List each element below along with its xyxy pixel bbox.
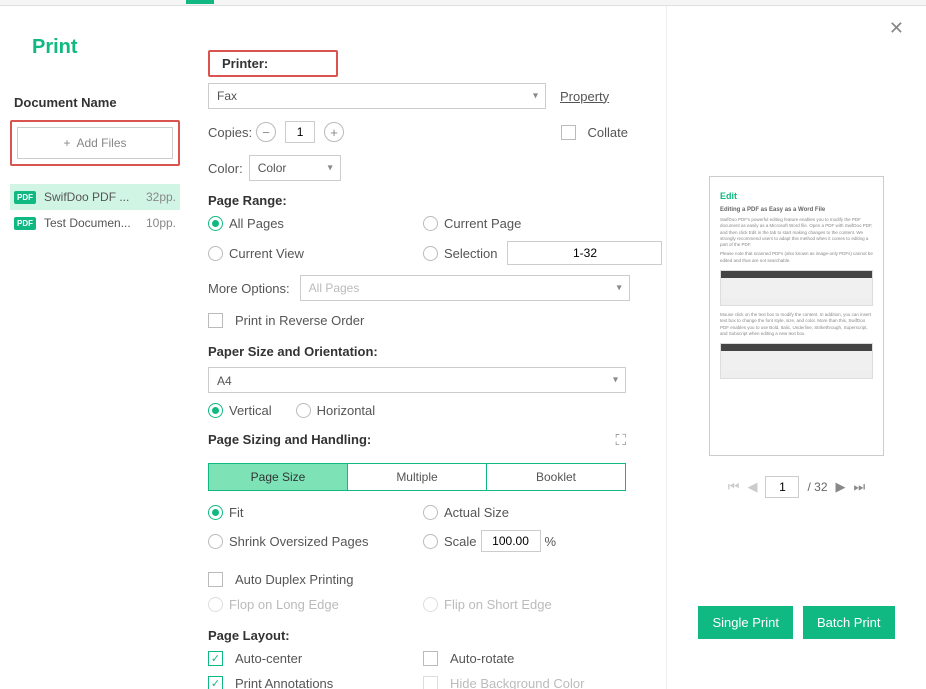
- annotations-checkbox[interactable]: ✓Print Annotations: [208, 676, 423, 689]
- printer-select[interactable]: Fax: [208, 83, 546, 109]
- radio-long-edge: Flop on Long Edge: [208, 597, 423, 612]
- radio-vertical[interactable]: Vertical: [208, 403, 272, 418]
- next-page-icon[interactable]: ▶: [836, 479, 846, 495]
- preview-screenshot: [720, 343, 873, 379]
- copies-plus-button[interactable]: +: [324, 122, 344, 142]
- reverse-order-checkbox[interactable]: Print in Reverse Order: [208, 313, 364, 328]
- checkbox-icon: [561, 125, 576, 140]
- preview-panel: Edit Editing a PDF as Easy as a Word Fil…: [666, 6, 926, 689]
- tab-multiple[interactable]: Multiple: [348, 464, 487, 490]
- file-name: Test Documen...: [44, 216, 138, 230]
- more-options-select[interactable]: All Pages: [300, 275, 630, 301]
- radio-scale[interactable]: Scale: [423, 534, 477, 549]
- first-page-icon[interactable]: ⏮: [728, 479, 740, 495]
- pager: ⏮ ◀ / 32 ▶ ⏭: [728, 476, 865, 498]
- file-row[interactable]: PDF Test Documen... 10pp.: [10, 210, 180, 236]
- radio-actual-size[interactable]: Actual Size: [423, 505, 646, 520]
- pdf-icon: PDF: [14, 217, 36, 230]
- radio-all-pages[interactable]: All Pages: [208, 216, 423, 231]
- page-range-input[interactable]: [507, 241, 662, 265]
- add-files-button[interactable]: + Add Files: [17, 127, 173, 159]
- file-row[interactable]: PDF SwifDoo PDF ... 32pp.: [10, 184, 180, 210]
- hide-bg-checkbox: Hide Background Color: [423, 676, 646, 689]
- page-total: / 32: [807, 480, 827, 494]
- radio-shrink[interactable]: Shrink Oversized Pages: [208, 530, 423, 552]
- single-print-button[interactable]: Single Print: [698, 606, 792, 639]
- sizing-heading: Page Sizing and Handling:: [208, 432, 371, 447]
- batch-print-button[interactable]: Batch Print: [803, 606, 895, 639]
- duplex-checkbox[interactable]: Auto Duplex Printing: [208, 572, 354, 587]
- printer-label: Printer:: [222, 56, 268, 71]
- auto-center-checkbox[interactable]: ✓Auto-center: [208, 651, 423, 666]
- radio-selection[interactable]: Selection: [423, 246, 497, 261]
- page-range-heading: Page Range:: [208, 193, 646, 208]
- page-number-input[interactable]: [765, 476, 799, 498]
- page-preview: Edit Editing a PDF as Easy as a Word Fil…: [709, 176, 884, 456]
- checkbox-icon: [208, 572, 223, 587]
- property-link[interactable]: Property: [560, 89, 609, 104]
- radio-fit[interactable]: Fit: [208, 505, 423, 520]
- prev-page-icon[interactable]: ◀: [747, 479, 757, 495]
- checkbox-icon: [208, 313, 223, 328]
- radio-current-page[interactable]: Current Page: [423, 216, 662, 231]
- more-options-label: More Options:: [208, 281, 290, 296]
- plus-icon: +: [63, 136, 70, 150]
- color-label: Color:: [208, 161, 243, 176]
- collate-checkbox[interactable]: Collate: [561, 125, 628, 140]
- dialog-title: Print: [32, 36, 180, 59]
- add-files-highlight: + Add Files: [10, 120, 180, 166]
- tab-page-size[interactable]: Page Size: [209, 464, 348, 490]
- color-select[interactable]: Color: [249, 155, 341, 181]
- layout-heading: Page Layout:: [208, 628, 646, 643]
- pdf-icon: PDF: [14, 191, 36, 204]
- radio-horizontal[interactable]: Horizontal: [296, 403, 376, 418]
- file-name: SwifDoo PDF ...: [44, 190, 138, 204]
- file-pages: 32pp.: [146, 190, 176, 204]
- settings-panel: Printer: Fax Property Copies: − + Collat…: [190, 6, 666, 689]
- scale-input[interactable]: [481, 530, 541, 552]
- paper-heading: Paper Size and Orientation:: [208, 344, 646, 359]
- file-pages: 10pp.: [146, 216, 176, 230]
- auto-rotate-checkbox[interactable]: Auto-rotate: [423, 651, 646, 666]
- bounds-icon[interactable]: ⛶: [615, 432, 626, 449]
- last-page-icon[interactable]: ⏭: [854, 479, 866, 495]
- copies-label: Copies:: [208, 125, 252, 140]
- copies-input[interactable]: [285, 121, 315, 143]
- sidebar: Print Document Name + Add Files PDF Swif…: [0, 6, 190, 689]
- radio-current-view[interactable]: Current View: [208, 241, 423, 265]
- paper-size-select[interactable]: A4: [208, 367, 626, 393]
- tab-booklet[interactable]: Booklet: [487, 464, 625, 490]
- radio-short-edge: Flip on Short Edge: [423, 597, 646, 612]
- close-icon[interactable]: ✕: [889, 18, 904, 39]
- add-files-label: Add Files: [76, 136, 126, 150]
- copies-minus-button[interactable]: −: [256, 122, 276, 142]
- preview-screenshot: [720, 270, 873, 306]
- printer-label-highlight: Printer:: [208, 50, 338, 77]
- document-name-label: Document Name: [14, 95, 180, 110]
